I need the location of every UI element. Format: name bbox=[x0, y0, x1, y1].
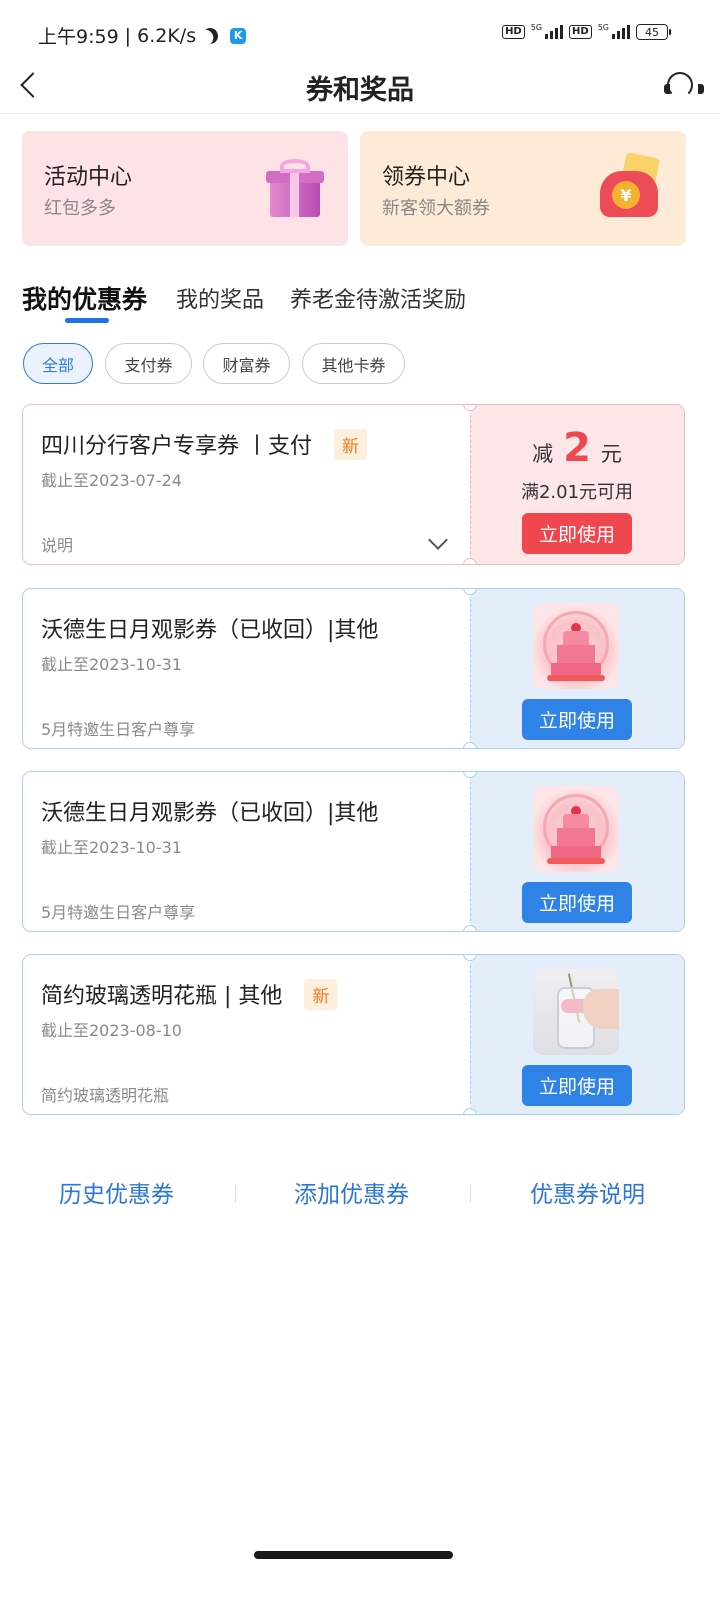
coupon-description: 简约玻璃透明花瓶 bbox=[41, 1086, 170, 1105]
gift-box-icon bbox=[262, 157, 326, 221]
discount-unit: 元 bbox=[600, 442, 622, 466]
divider bbox=[235, 1185, 236, 1203]
coupon-info: 沃德生日月观影券（已收回）|其他 截止至2023-10-31 5月特邀生日客户尊… bbox=[23, 589, 470, 748]
coupon-card[interactable]: 四川分行客户专享券 丨支付 新 截止至2023-07-24 说明 减 2 元 满… bbox=[22, 404, 685, 565]
add-coupon-link[interactable]: 添加优惠券 bbox=[294, 1175, 409, 1209]
filter-payment[interactable]: 支付券 bbox=[105, 343, 192, 384]
coupon-divider bbox=[470, 965, 471, 1104]
coupon-notch bbox=[463, 925, 477, 931]
coupon-card[interactable]: 沃德生日月观影券（已收回）|其他 截止至2023-10-31 5月特邀生日客户尊… bbox=[22, 588, 685, 749]
promo-title: 领券中心 bbox=[382, 165, 471, 190]
birthday-cake-image bbox=[533, 603, 619, 689]
status-speed: | 6.2K/s bbox=[124, 24, 197, 47]
coupon-action-panel: 立即使用 bbox=[470, 955, 684, 1114]
coupon-expiry: 截止至2023-08-10 bbox=[41, 1021, 182, 1040]
coupon-title: 沃德生日月观影券（已收回）|其他 bbox=[41, 612, 378, 644]
coupon-expiry: 截止至2023-07-24 bbox=[41, 471, 182, 490]
filter-all[interactable]: 全部 bbox=[23, 343, 93, 384]
coupon-action-panel: 立即使用 bbox=[470, 589, 684, 748]
coupon-title-text: 沃德生日月观影券（已收回）|其他 bbox=[41, 618, 379, 643]
coupon-description: 5月特邀生日客户尊享 bbox=[41, 903, 196, 922]
promo-subtitle: 红包多多 bbox=[44, 198, 116, 219]
discount-value: 减 2 元 bbox=[470, 425, 684, 471]
divider bbox=[470, 1185, 471, 1203]
network-type-label: 5G bbox=[597, 23, 609, 32]
coupon-title: 四川分行客户专享券 丨支付 新 bbox=[41, 428, 367, 460]
promo-title: 活动中心 bbox=[44, 165, 133, 190]
status-time: 上午9:59 bbox=[38, 26, 119, 48]
coupon-title: 沃德生日月观影券（已收回）|其他 bbox=[41, 795, 378, 827]
discount-prefix: 减 bbox=[532, 442, 554, 466]
status-right: HD 5G HD 5G 45 bbox=[502, 23, 671, 40]
moon-icon bbox=[200, 25, 221, 46]
discount-amount: 2 bbox=[563, 425, 591, 471]
filter-wealth[interactable]: 财富券 bbox=[203, 343, 290, 384]
red-envelope-icon: ¥ bbox=[598, 151, 662, 223]
coupon-title: 简约玻璃透明花瓶 | 其他 新 bbox=[41, 978, 338, 1010]
coupon-description: 5月特邀生日客户尊享 bbox=[41, 720, 196, 739]
coupon-notch bbox=[463, 1108, 477, 1114]
coupon-divider bbox=[470, 782, 471, 921]
coupon-notch bbox=[463, 742, 477, 748]
page-title: 券和奖品 bbox=[306, 75, 414, 106]
coupon-description[interactable]: 说明 bbox=[41, 532, 73, 556]
birthday-cake-image bbox=[533, 786, 619, 872]
discount-condition: 满2.01元可用 bbox=[520, 482, 634, 503]
hd-icon: HD bbox=[502, 25, 525, 39]
coupon-info: 简约玻璃透明花瓶 | 其他 新 截止至2023-08-10 简约玻璃透明花瓶 bbox=[23, 955, 470, 1114]
chevron-down-icon[interactable] bbox=[428, 530, 448, 550]
hd-icon: HD bbox=[569, 25, 592, 39]
status-left: 上午9:59 | 6.2K/s K bbox=[38, 22, 247, 49]
filter-other-cards[interactable]: 其他卡券 bbox=[302, 343, 405, 384]
use-now-button[interactable]: 立即使用 bbox=[522, 1065, 632, 1106]
coupon-expiry: 截止至2023-10-31 bbox=[41, 838, 182, 857]
coupon-divider bbox=[470, 599, 471, 738]
coupon-center-card[interactable]: 领券中心 新客领大额券 ¥ bbox=[360, 131, 686, 246]
signal-icon bbox=[545, 25, 564, 39]
coupon-title-text: 沃德生日月观影券（已收回）|其他 bbox=[41, 801, 379, 826]
coupon-notch bbox=[463, 558, 477, 564]
nav-header: 券和奖品 bbox=[0, 56, 720, 114]
use-now-button[interactable]: 立即使用 bbox=[522, 882, 632, 923]
coupon-action-panel: 减 2 元 满2.01元可用 立即使用 bbox=[470, 405, 684, 564]
coupon-info: 四川分行客户专享券 丨支付 新 截止至2023-07-24 说明 bbox=[23, 405, 470, 564]
network-type-label: 5G bbox=[530, 23, 543, 32]
coupon-info: 沃德生日月观影券（已收回）|其他 截止至2023-10-31 5月特邀生日客户尊… bbox=[23, 772, 470, 931]
coupon-help-link[interactable]: 优惠券说明 bbox=[530, 1175, 645, 1209]
app-notification-icon: K bbox=[230, 27, 247, 44]
coupon-expiry: 截止至2023-10-31 bbox=[41, 655, 182, 674]
new-badge: 新 bbox=[334, 428, 367, 460]
tab-pension-rewards[interactable]: 养老金待激活奖励 bbox=[290, 282, 466, 314]
promo-subtitle: 新客领大额券 bbox=[382, 198, 490, 219]
glass-vase-image bbox=[533, 969, 619, 1055]
coupon-action-panel: 立即使用 bbox=[470, 772, 684, 931]
coupon-card[interactable]: 沃德生日月观影券（已收回）|其他 截止至2023-10-31 5月特邀生日客户尊… bbox=[22, 771, 685, 932]
coupon-divider bbox=[470, 415, 471, 554]
activity-center-card[interactable]: 活动中心 红包多多 bbox=[22, 131, 348, 246]
tab-indicator bbox=[65, 318, 109, 323]
headset-icon[interactable] bbox=[664, 70, 704, 100]
new-badge: 新 bbox=[304, 978, 338, 1010]
use-now-button[interactable]: 立即使用 bbox=[522, 699, 632, 740]
home-indicator[interactable] bbox=[254, 1551, 453, 1559]
signal-icon bbox=[612, 25, 630, 39]
coupon-title-text: 简约玻璃透明花瓶 | 其他 bbox=[41, 984, 283, 1009]
battery-icon: 45 bbox=[636, 24, 671, 40]
tab-my-coupons[interactable]: 我的优惠券 bbox=[22, 280, 147, 316]
coupon-card[interactable]: 简约玻璃透明花瓶 | 其他 新 截止至2023-08-10 简约玻璃透明花瓶 立… bbox=[22, 954, 685, 1115]
history-coupons-link[interactable]: 历史优惠券 bbox=[59, 1175, 174, 1209]
coupon-title-text: 四川分行客户专享券 丨支付 bbox=[41, 434, 312, 459]
tab-my-prizes[interactable]: 我的奖品 bbox=[176, 282, 264, 314]
use-now-button[interactable]: 立即使用 bbox=[522, 513, 632, 554]
footer-links: 历史优惠券 添加优惠券 优惠券说明 bbox=[0, 1175, 720, 1215]
